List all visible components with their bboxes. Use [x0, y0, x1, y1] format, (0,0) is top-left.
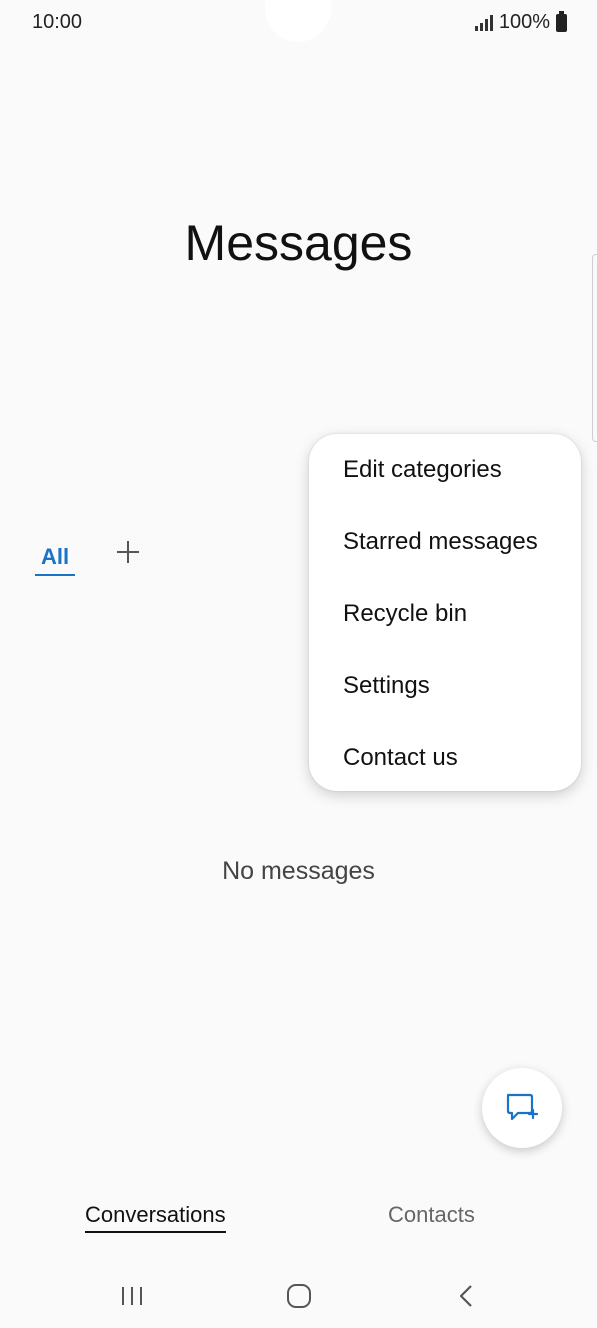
status-indicators: 100%	[474, 10, 567, 34]
navigation-bar	[0, 1264, 597, 1328]
menu-item-starred-messages[interactable]: Starred messages	[343, 506, 573, 578]
category-tab-all[interactable]: All	[35, 544, 75, 576]
battery-percent: 100%	[498, 11, 550, 33]
page-title: Messages	[184, 215, 413, 271]
recent-apps-icon[interactable]	[112, 1276, 152, 1316]
menu-item-contact-us[interactable]: Contact us	[343, 722, 573, 794]
edge-panel-handle[interactable]	[592, 254, 597, 442]
tab-contacts[interactable]: Contacts	[388, 1202, 475, 1228]
new-message-icon	[506, 1093, 539, 1121]
empty-state-text: No messages	[222, 857, 375, 885]
menu-item-recycle-bin[interactable]: Recycle bin	[343, 578, 573, 650]
menu-item-settings[interactable]: Settings	[343, 650, 573, 722]
messages-screen: 10:00 100% Messages All Edit categories …	[0, 0, 597, 1328]
home-icon[interactable]	[279, 1276, 319, 1316]
menu-item-edit-categories[interactable]: Edit categories	[343, 434, 573, 506]
plus-icon[interactable]	[114, 538, 142, 566]
status-time: 10:00	[32, 11, 83, 33]
back-icon[interactable]	[446, 1276, 486, 1316]
tab-conversations[interactable]: Conversations	[85, 1202, 226, 1233]
overflow-menu: Edit categories Starred messages Recycle…	[309, 434, 581, 791]
status-bar: 10:00 100%	[0, 0, 597, 46]
camera-notch	[265, 0, 331, 42]
compose-button[interactable]	[482, 1068, 562, 1148]
battery-icon	[556, 10, 567, 32]
signal-icon	[474, 14, 493, 31]
